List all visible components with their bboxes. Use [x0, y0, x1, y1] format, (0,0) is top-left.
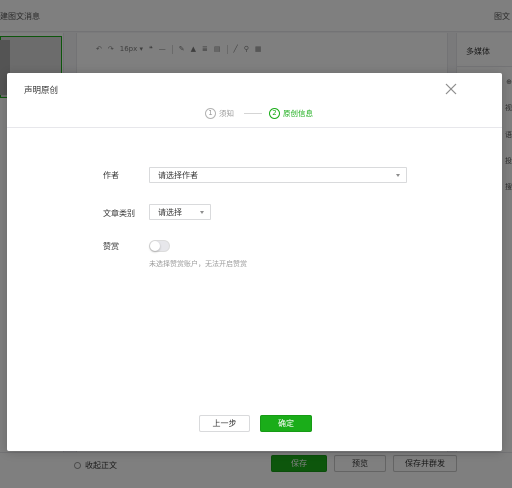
reward-hint: 未选择赞赏账户，无法开启赞赏	[149, 260, 247, 268]
step-number: 2	[269, 108, 280, 119]
previous-step-button[interactable]: 上一步	[199, 415, 250, 432]
step-connector	[244, 113, 262, 114]
step-notice: 1 须知	[205, 108, 234, 119]
reward-label: 赞赏	[103, 242, 119, 251]
category-label: 文章类别	[103, 209, 135, 218]
dialog-title: 声明原创	[24, 86, 59, 96]
step-original-info: 2 原创信息	[269, 108, 313, 119]
author-select-value: 请选择作者	[158, 170, 198, 180]
chevron-down-icon	[396, 174, 400, 177]
category-select[interactable]: 请选择	[149, 204, 211, 220]
step-indicator: 1 须知 2 原创信息	[205, 108, 313, 119]
close-icon[interactable]	[444, 82, 458, 96]
chevron-down-icon	[200, 211, 204, 214]
step-number: 1	[205, 108, 216, 119]
category-select-value: 请选择	[158, 207, 182, 217]
step-label: 原创信息	[283, 109, 313, 118]
toggle-knob	[150, 241, 160, 251]
confirm-button[interactable]: 确定	[260, 415, 312, 432]
author-select[interactable]: 请选择作者	[149, 167, 407, 183]
step-label: 须知	[219, 109, 234, 118]
reward-toggle[interactable]	[149, 240, 170, 252]
dialog-divider	[7, 127, 502, 128]
original-declaration-dialog: 声明原创 1 须知 2 原创信息 作者 请选择作者 文章类别 请选择 赞赏 未选…	[7, 73, 502, 451]
author-label: 作者	[103, 171, 119, 180]
